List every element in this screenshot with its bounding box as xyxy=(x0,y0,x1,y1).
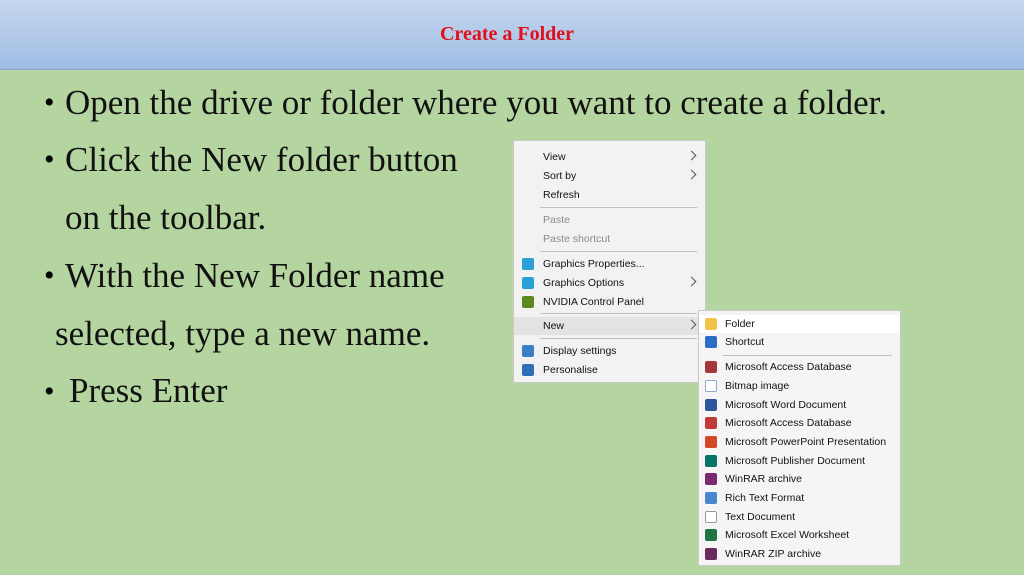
submenu-item-excel[interactable]: Microsoft Excel Worksheet xyxy=(699,526,900,544)
winrar-icon xyxy=(705,473,717,485)
graphics-icon xyxy=(522,277,534,289)
excel-icon xyxy=(705,529,717,541)
access-icon xyxy=(705,417,717,429)
submenu-item-word[interactable]: Microsoft Word Document xyxy=(699,396,900,414)
submenu-item-access-2[interactable]: Microsoft Access Database xyxy=(699,414,900,432)
submenu-item-winrar[interactable]: WinRAR archive xyxy=(699,470,900,488)
menu-item-refresh[interactable]: Refresh xyxy=(514,186,705,204)
powerpoint-icon xyxy=(705,436,717,448)
word-icon xyxy=(705,399,717,411)
bullet-line-3: on the toolbar. xyxy=(65,198,267,237)
menu-separator xyxy=(540,251,697,252)
menu-item-sort-by[interactable]: Sort by xyxy=(514,167,705,185)
rtf-icon xyxy=(705,492,717,504)
submenu-item-shortcut[interactable]: Shortcut xyxy=(699,333,900,351)
submenu-item-folder[interactable]: Folder xyxy=(699,315,900,333)
submenu-item-publisher[interactable]: Microsoft Publisher Document xyxy=(699,452,900,470)
bullet-dot: • xyxy=(44,259,55,292)
access-icon xyxy=(705,361,717,373)
menu-item-paste[interactable]: Paste xyxy=(514,211,705,229)
menu-item-new[interactable]: New xyxy=(514,317,705,335)
chevron-right-icon xyxy=(686,150,697,161)
chevron-right-icon xyxy=(686,169,697,180)
menu-item-graphics-properties[interactable]: Graphics Properties... xyxy=(514,255,705,273)
bullet-line-2: Click the New folder button xyxy=(65,140,458,179)
nvidia-icon xyxy=(522,296,534,308)
submenu-item-rtf[interactable]: Rich Text Format xyxy=(699,489,900,507)
display-icon xyxy=(522,345,534,357)
menu-item-display-settings[interactable]: Display settings xyxy=(514,342,705,360)
shortcut-icon xyxy=(705,336,717,348)
menu-separator xyxy=(723,355,892,356)
submenu-item-powerpoint[interactable]: Microsoft PowerPoint Presentation xyxy=(699,433,900,451)
new-submenu: Folder Shortcut Microsoft Access Databas… xyxy=(698,310,901,566)
menu-item-personalise[interactable]: Personalise xyxy=(514,361,705,379)
menu-separator xyxy=(540,207,697,208)
bitmap-icon xyxy=(705,380,717,392)
submenu-item-text[interactable]: Text Document xyxy=(699,508,900,526)
menu-separator xyxy=(540,338,697,339)
chevron-right-icon xyxy=(686,276,697,287)
menu-item-nvidia-control-panel[interactable]: NVIDIA Control Panel xyxy=(514,293,705,311)
bullet-dot: • xyxy=(44,143,55,176)
bullet-line-6: Press Enter xyxy=(69,371,228,410)
menu-item-graphics-options[interactable]: Graphics Options xyxy=(514,274,705,292)
bullet-line-4: With the New Folder name xyxy=(65,256,445,295)
menu-item-view[interactable]: View xyxy=(514,148,705,166)
submenu-item-winrar-zip[interactable]: WinRAR ZIP archive xyxy=(699,545,900,563)
title-bar: Create a Folder xyxy=(0,0,1024,70)
winrar-zip-icon xyxy=(705,548,717,560)
personalise-icon xyxy=(522,364,534,376)
desktop-context-menu: View Sort by Refresh Paste Paste shortcu… xyxy=(513,140,706,383)
folder-icon xyxy=(705,318,717,330)
menu-item-paste-shortcut[interactable]: Paste shortcut xyxy=(514,230,705,248)
bullet-dot: • xyxy=(44,375,55,408)
graphics-icon xyxy=(522,258,534,270)
chevron-right-icon xyxy=(686,319,697,330)
menu-separator xyxy=(540,313,697,314)
bullet-dot: • xyxy=(44,86,55,119)
bullet-line-1: Open the drive or folder where you want … xyxy=(65,83,888,122)
submenu-item-access[interactable]: Microsoft Access Database xyxy=(699,358,900,376)
submenu-item-bitmap[interactable]: Bitmap image xyxy=(699,377,900,395)
text-icon xyxy=(705,511,717,523)
slide-title: Create a Folder xyxy=(439,23,575,45)
publisher-icon xyxy=(705,455,717,467)
bullet-line-5: selected, type a new name. xyxy=(55,314,431,353)
